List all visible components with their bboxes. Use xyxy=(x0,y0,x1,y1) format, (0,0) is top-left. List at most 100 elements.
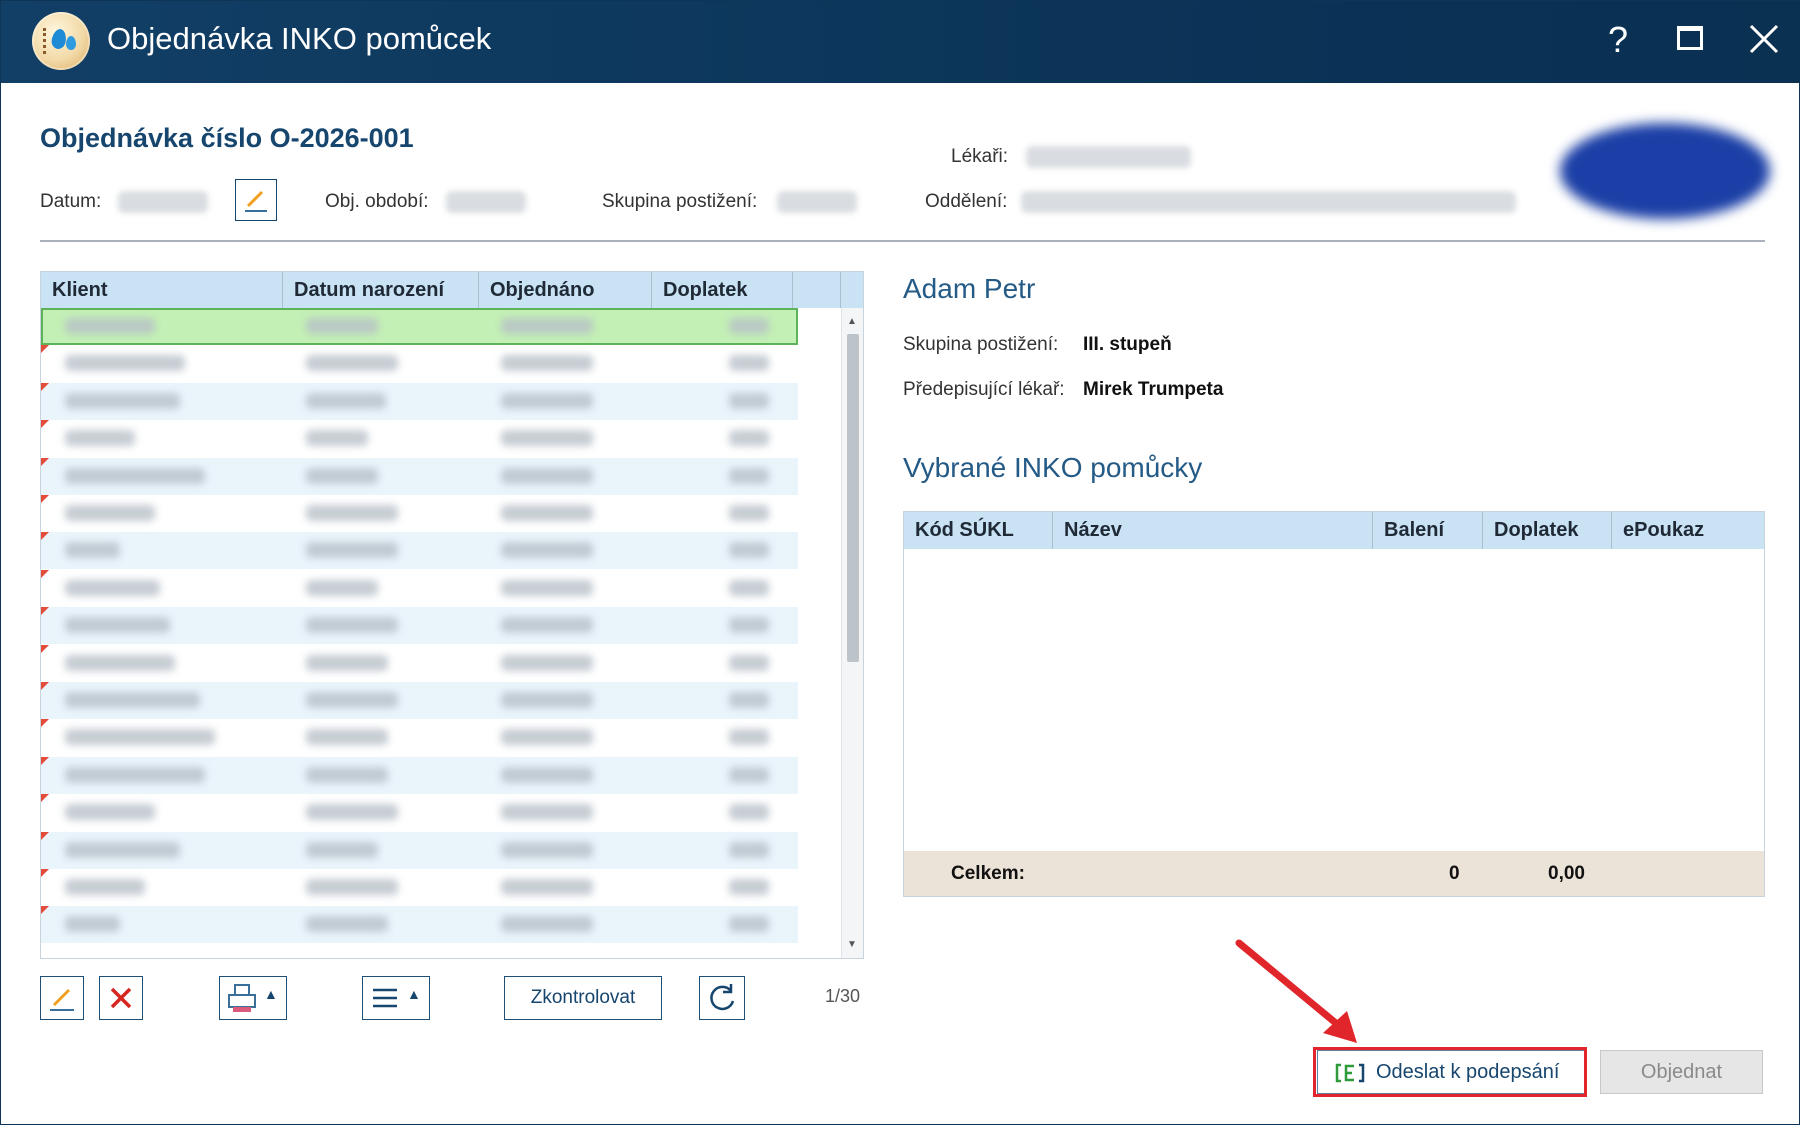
copay-cell xyxy=(729,318,769,334)
column-header-copay[interactable]: Doplatek xyxy=(652,272,793,308)
order-button[interactable]: Objednat xyxy=(1600,1050,1763,1094)
birthdate-cell xyxy=(306,542,398,559)
client-name-cell xyxy=(65,318,155,334)
column-header-sukl-code[interactable]: Kód SÚKL xyxy=(904,512,1053,549)
birthdate-cell xyxy=(306,392,386,409)
prescribing-doctor-label: Předepisující lékař: xyxy=(903,379,1065,400)
client-name-cell xyxy=(65,579,160,596)
table-row[interactable] xyxy=(41,719,798,756)
table-row[interactable] xyxy=(41,308,798,345)
delete-x-icon xyxy=(110,987,132,1009)
copay-cell xyxy=(729,804,769,821)
birthdate-cell xyxy=(306,804,398,821)
maximize-button[interactable] xyxy=(1667,17,1713,63)
column-header-extra xyxy=(793,272,841,308)
client-name-cell xyxy=(65,542,120,559)
scroll-down-arrow-icon[interactable]: ▼ xyxy=(847,939,857,950)
table-row[interactable] xyxy=(41,569,798,607)
column-header-copay[interactable]: Doplatek xyxy=(1483,512,1612,549)
column-header-name[interactable]: Název xyxy=(1053,512,1373,549)
edit-date-button[interactable] xyxy=(235,179,277,221)
scroll-up-arrow-icon[interactable]: ▲ xyxy=(847,316,857,327)
birthdate-cell xyxy=(306,841,378,858)
client-name-cell xyxy=(65,392,180,409)
help-button[interactable]: ? xyxy=(1595,17,1641,63)
scrollbar-thumb[interactable] xyxy=(847,334,859,662)
table-row[interactable] xyxy=(41,831,798,869)
check-button[interactable]: Zkontrolovat xyxy=(504,976,662,1020)
chevron-up-icon: ▲ xyxy=(264,986,278,1002)
print-menu-button[interactable]: ▲ xyxy=(219,976,287,1020)
row-status-marker xyxy=(41,682,49,690)
table-row[interactable] xyxy=(41,457,798,495)
client-name-cell xyxy=(65,729,215,746)
column-header-ordered[interactable]: Objednáno xyxy=(479,272,652,308)
birthdate-cell xyxy=(306,729,388,746)
doctors-label: Lékaři: xyxy=(951,146,1009,167)
row-status-marker xyxy=(41,532,49,541)
send-to-sign-button[interactable]: Odeslat k podepsání xyxy=(1317,1050,1585,1094)
row-status-marker xyxy=(41,869,49,877)
row-status-marker xyxy=(41,644,49,653)
prescribing-doctor-value: Mirek Trumpeta xyxy=(1083,379,1224,400)
header-divider xyxy=(40,240,1765,242)
clients-table-header: Klient Datum narození Objednáno Doplatek xyxy=(41,272,863,308)
ordered-cell xyxy=(501,841,593,858)
copay-cell xyxy=(729,879,769,895)
column-header-client[interactable]: Klient xyxy=(41,272,283,308)
column-header-packages[interactable]: Balení xyxy=(1373,512,1483,549)
department-label: Oddělení: xyxy=(925,191,1008,212)
client-name: Adam Petr xyxy=(903,273,1036,304)
period-value xyxy=(446,191,526,213)
company-logo xyxy=(1560,123,1770,219)
ordered-cell xyxy=(501,467,593,484)
table-row[interactable] xyxy=(41,345,798,382)
client-name-cell xyxy=(65,841,180,858)
pager: 1/30 xyxy=(825,986,861,1006)
ordered-cell xyxy=(501,430,593,447)
ordered-cell xyxy=(501,879,593,895)
close-button[interactable] xyxy=(1741,17,1787,63)
copay-cell xyxy=(729,355,769,372)
ordered-cell xyxy=(501,766,593,783)
refresh-button[interactable] xyxy=(699,976,745,1020)
birthdate-cell xyxy=(306,654,388,671)
copay-cell xyxy=(729,692,769,708)
table-row[interactable] xyxy=(41,756,798,794)
doctors-value xyxy=(1026,146,1191,168)
chevron-up-icon: ▲ xyxy=(407,986,421,1002)
ordered-cell xyxy=(501,729,593,746)
delete-client-button[interactable] xyxy=(99,976,143,1020)
table-row[interactable] xyxy=(41,495,798,532)
column-header-birthdate[interactable]: Datum narození xyxy=(283,272,479,308)
birthdate-cell xyxy=(306,879,398,895)
edit-client-button[interactable] xyxy=(40,976,84,1020)
department-value xyxy=(1021,191,1516,213)
list-menu-button[interactable]: ▲ xyxy=(362,976,430,1020)
table-row[interactable] xyxy=(41,607,798,645)
table-row[interactable] xyxy=(41,382,798,420)
column-header-epoukaz[interactable]: ePoukaz xyxy=(1612,512,1764,549)
birthdate-cell xyxy=(306,692,398,708)
row-status-marker xyxy=(41,831,49,840)
table-row[interactable] xyxy=(41,532,798,570)
date-label: Datum: xyxy=(40,191,102,212)
send-to-sign-label: Odeslat k podepsání xyxy=(1376,1061,1560,1083)
client-name-cell xyxy=(65,654,175,671)
ordered-cell xyxy=(501,617,593,634)
birthdate-cell xyxy=(306,916,388,933)
table-row[interactable] xyxy=(41,644,798,682)
order-title: Objednávka číslo O-2026-001 xyxy=(40,123,414,153)
table-row[interactable] xyxy=(41,869,798,906)
table-row[interactable] xyxy=(41,794,798,831)
ordered-cell xyxy=(501,579,593,596)
date-value xyxy=(118,191,208,213)
client-name-cell xyxy=(65,467,205,484)
table-row[interactable] xyxy=(41,682,798,719)
clients-scrollbar[interactable]: ▲ ▼ xyxy=(841,308,863,958)
copay-cell xyxy=(729,505,769,521)
copay-cell xyxy=(729,654,769,671)
table-row[interactable] xyxy=(41,906,798,944)
row-status-marker xyxy=(41,719,49,728)
table-row[interactable] xyxy=(41,420,798,457)
